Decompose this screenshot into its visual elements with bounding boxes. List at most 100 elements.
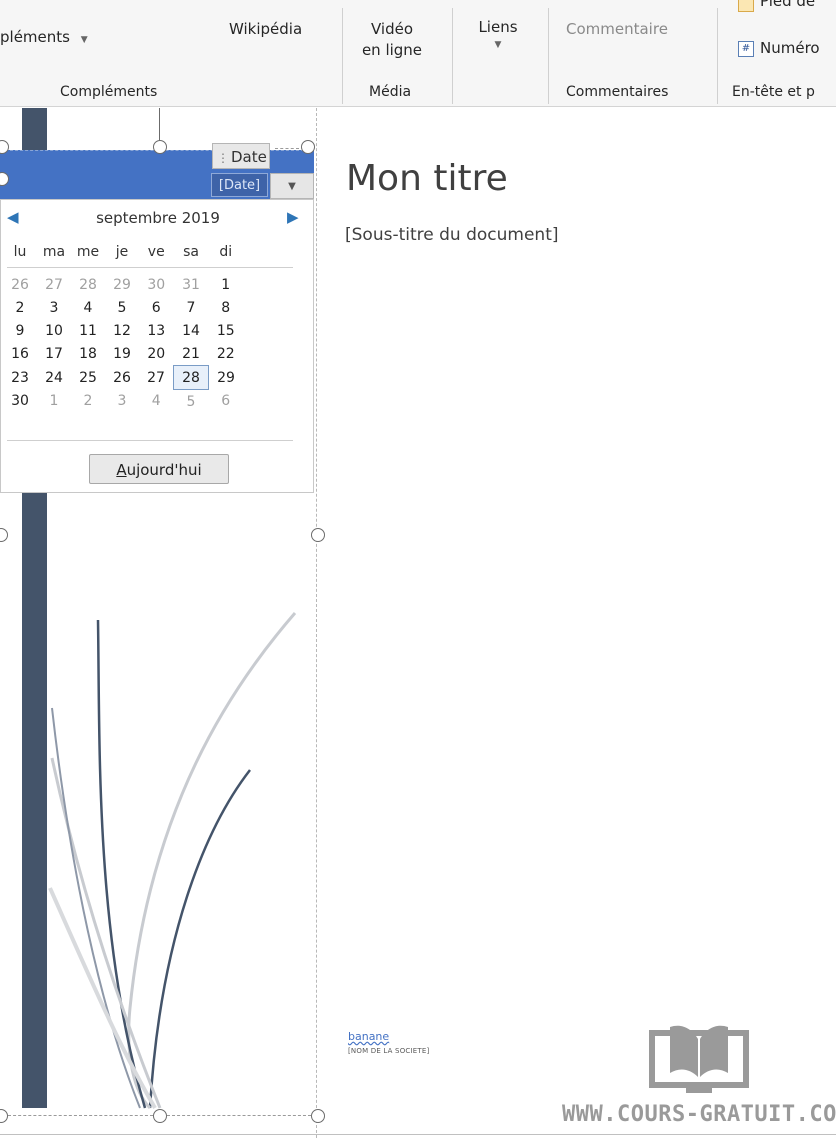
calendar-day[interactable]: 14 — [174, 319, 209, 342]
comment-button[interactable]: Commentaire — [566, 20, 668, 38]
content-control-tag[interactable]: ⋮ Date — [212, 143, 270, 169]
calendar-day[interactable]: 21 — [174, 342, 209, 366]
selection-edge — [8, 1115, 153, 1116]
calendar-week-row: 26 27 28 29 30 31 1 — [3, 273, 243, 296]
calendar-day[interactable]: 29 — [105, 273, 139, 296]
links-label: Liens — [478, 18, 518, 36]
weekday-label: je — [115, 244, 129, 260]
chevron-down-icon: ▼ — [288, 181, 296, 192]
calendar-day[interactable]: 16 — [3, 342, 37, 366]
page-bottom-edge — [0, 1134, 836, 1135]
complements-group-label: Compléments — [60, 84, 158, 100]
calendar-days: 26 27 28 29 30 31 1 2 3 4 5 6 7 8 9 10 11 12 13 14 15 16 17 18 1… — [3, 273, 243, 413]
date-picker: ◀ septembre 2019 ▶ lu ma me je ve sa di … — [0, 199, 314, 493]
today-button[interactable]: Aujourd'hui — [89, 454, 229, 484]
author-name[interactable]: banane — [348, 1030, 389, 1043]
calendar-day[interactable]: 30 — [3, 390, 37, 414]
document-subtitle[interactable]: [Sous-titre du document] — [345, 225, 559, 245]
ribbon-separator — [452, 8, 453, 104]
calendar-day[interactable]: 7 — [174, 296, 209, 319]
calendar-day[interactable]: 17 — [37, 342, 71, 366]
calendar-day[interactable]: 27 — [37, 273, 71, 296]
drag-grip-icon: ⋮ — [217, 151, 229, 165]
calendar-day[interactable]: 30 — [139, 273, 174, 296]
calendar-day[interactable]: 3 — [105, 390, 139, 414]
chevron-down-icon: ▼ — [80, 35, 88, 45]
calendar-week-row: 30 1 2 3 4 5 6 — [3, 390, 243, 414]
calendar-day[interactable]: 4 — [139, 390, 174, 414]
calendar-day[interactable]: 1 — [209, 273, 244, 296]
calendar-day[interactable]: 28 — [71, 273, 105, 296]
today-button-label: ujourd'hui — [126, 461, 202, 479]
footer-button[interactable]: Pied de — [760, 0, 815, 10]
calendar-day[interactable]: 19 — [105, 342, 139, 366]
calendar-day[interactable]: 3 — [37, 296, 71, 319]
date-field[interactable]: [Date] — [211, 173, 268, 197]
calendar-day[interactable]: 25 — [71, 366, 105, 390]
resize-handle[interactable] — [311, 528, 325, 542]
online-video-label-line1: Vidéo — [370, 20, 414, 38]
links-button[interactable]: Liens ▼ — [468, 18, 528, 50]
calendar-day-selected[interactable]: 28 — [173, 365, 209, 390]
calendar-day[interactable]: 26 — [3, 273, 37, 296]
weekday-label: ma — [42, 244, 66, 260]
ribbon-separator — [548, 8, 549, 104]
calendar-day[interactable]: 22 — [209, 342, 244, 366]
next-month-icon[interactable]: ▶ — [287, 208, 299, 226]
calendar-day[interactable]: 26 — [105, 366, 139, 390]
media-group-label: Média — [369, 84, 412, 100]
calendar-day[interactable]: 20 — [139, 342, 174, 366]
calendar-day[interactable]: 1 — [37, 390, 71, 414]
date-dropdown-button[interactable]: ▼ — [270, 173, 314, 199]
ribbon-separator — [342, 8, 343, 104]
calendar-day[interactable]: 11 — [71, 319, 105, 342]
footer-icon — [738, 0, 754, 12]
selection-edge — [167, 1115, 311, 1116]
calendar-day[interactable]: 2 — [3, 296, 37, 319]
calendar-day[interactable]: 9 — [3, 319, 37, 342]
calendar-day[interactable]: 2 — [71, 390, 105, 414]
weekday-header-row: lu ma me je ve sa di — [3, 240, 243, 264]
wikipedia-button[interactable]: Wikipédia — [229, 20, 302, 38]
complements-button-label: pléments — [0, 28, 70, 46]
calendar-day[interactable]: 18 — [71, 342, 105, 366]
book-monitor-logo-icon — [649, 1025, 749, 1093]
chevron-down-icon: ▼ — [494, 40, 502, 50]
calendar-day[interactable]: 13 — [139, 319, 174, 342]
resize-handle[interactable] — [301, 140, 315, 154]
calendar-day[interactable]: 29 — [209, 366, 244, 390]
weekday-label: sa — [183, 244, 199, 260]
resize-handle[interactable] — [311, 1109, 325, 1123]
calendar-day[interactable]: 6 — [139, 296, 174, 319]
document-title[interactable]: Mon titre — [346, 158, 508, 199]
calendar-day[interactable]: 15 — [209, 319, 244, 342]
company-name[interactable]: [NOM DE LA SOCIETE] — [348, 1047, 429, 1055]
calendar-day[interactable]: 10 — [37, 319, 71, 342]
calendar-week-row: 23 24 25 26 27 28 29 — [3, 365, 244, 390]
calendar-day[interactable]: 27 — [139, 366, 174, 390]
calendar-grid: lu ma me je ve sa di 26 27 28 29 30 31 1 2 3 4 5 6 7… — [3, 240, 243, 413]
page-number-icon: # — [738, 41, 754, 57]
online-video-button[interactable]: Vidéo en ligne — [354, 20, 430, 59]
resize-handle[interactable] — [153, 140, 167, 154]
calendar-day[interactable]: 4 — [71, 296, 105, 319]
calendar-month-label: septembre 2019 — [96, 209, 220, 227]
calendar-day[interactable]: 5 — [105, 296, 139, 319]
today-button-accelerator: A — [116, 461, 127, 479]
page-number-button[interactable]: Numéro — [760, 39, 820, 57]
resize-handle[interactable] — [153, 1109, 167, 1123]
watermark-text: WWW.COURS-GRATUIT.COM — [562, 1102, 836, 1127]
weekday-label: lu — [13, 244, 27, 260]
calendar-day[interactable]: 23 — [3, 366, 37, 390]
calendar-day[interactable]: 5 — [174, 390, 209, 414]
calendar-day[interactable]: 24 — [37, 366, 71, 390]
calendar-day[interactable]: 6 — [209, 390, 244, 414]
content-control-tag-label: Date — [231, 148, 267, 166]
calendar-day[interactable]: 8 — [209, 296, 244, 319]
complements-button[interactable]: pléments ▼ — [0, 28, 88, 46]
calendar-day[interactable]: 12 — [105, 319, 139, 342]
ribbon-separator — [717, 8, 718, 104]
ribbon: pléments ▼ Wikipédia Compléments Vidéo e… — [0, 0, 836, 107]
weekday-label: ve — [147, 244, 165, 260]
calendar-day[interactable]: 31 — [174, 273, 209, 296]
